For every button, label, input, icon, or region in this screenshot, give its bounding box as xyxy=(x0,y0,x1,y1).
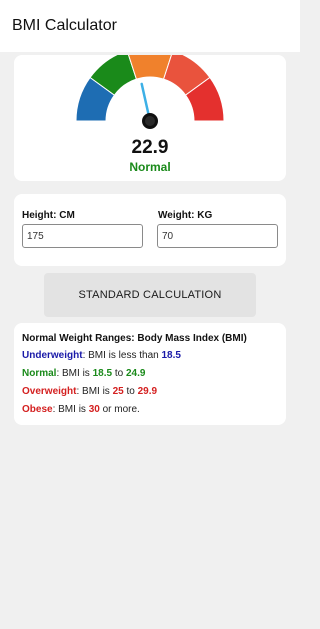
standard-calculation-button[interactable]: STANDARD CALCULATION xyxy=(44,273,256,317)
height-input[interactable] xyxy=(22,224,143,248)
range-overweight: Overweight: BMI is 25 to 29.9 xyxy=(22,386,157,397)
obese-text2: or more. xyxy=(99,404,140,415)
range-normal: Normal: BMI is 18.5 to 24.9 xyxy=(22,368,145,379)
normal-label: Normal xyxy=(22,368,57,379)
app-bar: BMI Calculator xyxy=(0,0,300,52)
overweight-value-min: 25 xyxy=(112,386,124,397)
underweight-text: : BMI is less than xyxy=(82,350,162,361)
normal-text1: : BMI is xyxy=(56,368,93,379)
overweight-text1: : BMI is xyxy=(76,386,113,397)
input-card: Height: CM Weight: KG xyxy=(14,194,286,266)
height-label: Height: CM xyxy=(22,210,75,221)
app-title: BMI Calculator xyxy=(12,17,117,34)
normal-value-min: 18.5 xyxy=(92,368,113,379)
obese-value: 30 xyxy=(88,404,100,415)
underweight-value: 18.5 xyxy=(161,350,181,361)
range-obese: Obese: BMI is 30 or more. xyxy=(22,404,140,415)
range-underweight: Underweight: BMI is less than 18.5 xyxy=(22,350,181,361)
bmi-status: Normal xyxy=(129,160,171,174)
bmi-gauge-card: 22.9 Normal xyxy=(14,55,286,181)
obese-text1: : BMI is xyxy=(52,404,89,415)
normal-value-max: 24.9 xyxy=(125,368,146,379)
obese-label: Obese xyxy=(22,404,53,415)
overweight-text2: to xyxy=(123,386,138,397)
weight-label: Weight: KG xyxy=(158,210,213,221)
normal-text2: to xyxy=(112,368,126,379)
weight-input[interactable] xyxy=(157,224,278,248)
weight-ranges-card: Normal Weight Ranges: Body Mass Index (B… xyxy=(14,323,286,425)
underweight-label: Underweight xyxy=(22,350,83,361)
overweight-value-max: 29.9 xyxy=(137,386,158,397)
ranges-title: Normal Weight Ranges: Body Mass Index (B… xyxy=(22,333,247,344)
bmi-value: 22.9 xyxy=(131,137,169,158)
overweight-label: Overweight xyxy=(22,386,77,397)
